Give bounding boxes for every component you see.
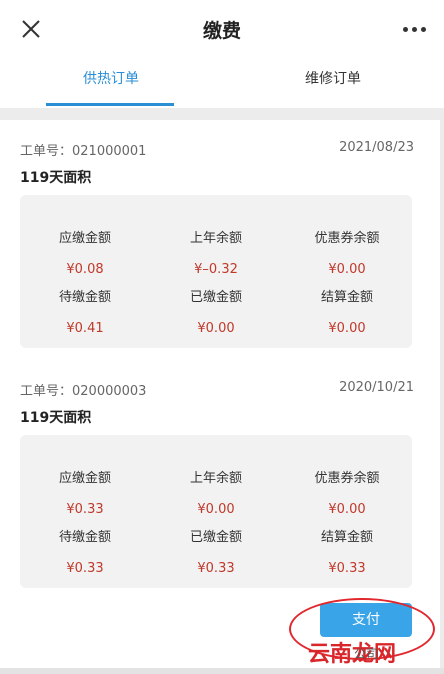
top-bar: 缴费 <box>0 0 444 58</box>
bottom-strip <box>0 668 444 674</box>
tab-repair-orders[interactable]: 维修订单 <box>222 68 444 88</box>
field-label: 待缴金额 <box>58 530 111 545</box>
field-pending-amount: 待缴金额 ¥0.33 <box>20 526 150 576</box>
field-value: ¥0.33 <box>66 561 104 576</box>
field-amount-due: 应缴金额 ¥0.33 <box>20 467 150 517</box>
field-pending-amount: 待缴金额 ¥0.41 <box>20 286 150 336</box>
field-label: 优惠券余额 <box>314 471 380 486</box>
order-name: 119天面积 <box>20 410 92 426</box>
field-value: ¥0.33 <box>328 561 366 576</box>
section-divider <box>0 108 444 120</box>
field-amount-due: 应缴金额 ¥0.08 <box>20 227 150 277</box>
watermark-logo: 云南龙网 <box>308 642 397 667</box>
field-label: 已缴金额 <box>189 530 242 545</box>
order-tabs: 供热订单 维修订单 <box>0 58 444 108</box>
field-settlement-amount: 结算金额 ¥0.33 <box>282 526 412 576</box>
field-paid-amount: 已缴金额 ¥0.33 <box>151 526 281 576</box>
field-coupon-balance: 优惠券余额 ¥0.00 <box>282 227 412 277</box>
field-label: 上年余额 <box>189 231 242 246</box>
order-date: 2020/10/21 <box>339 380 414 395</box>
scroll-edge <box>440 120 444 674</box>
field-label: 待缴金额 <box>58 290 111 305</box>
field-value: ¥0.00 <box>328 502 366 517</box>
field-label: 应缴金额 <box>58 231 111 246</box>
order-number: 工单号：021000001 <box>20 144 147 159</box>
field-label: 优惠券余额 <box>314 231 380 246</box>
amount-panel: 应缴金额 ¥0.33 上年余额 ¥0.00 优惠券余额 ¥0.00 待缴金额 ¥… <box>20 435 412 588</box>
field-settlement-amount: 结算金额 ¥0.00 <box>282 286 412 336</box>
field-label: 上年余额 <box>189 471 242 486</box>
field-label: 结算金额 <box>320 290 373 305</box>
tab-heating-orders[interactable]: 供热订单 <box>0 68 222 88</box>
field-label: 应缴金额 <box>58 471 111 486</box>
field-value: ¥0.33 <box>66 502 104 517</box>
amount-panel: 应缴金额 ¥0.08 上年余额 ¥–0.32 优惠券余额 ¥0.00 待缴金额 … <box>20 195 412 348</box>
more-dot <box>412 27 417 32</box>
field-label: 已缴金额 <box>189 290 242 305</box>
order-date: 2021/08/23 <box>339 140 414 155</box>
order-number: 工单号：020000003 <box>20 384 147 399</box>
field-value: ¥0.33 <box>197 561 235 576</box>
field-value: ¥–0.32 <box>194 262 238 277</box>
active-tab-indicator <box>46 103 174 106</box>
field-coupon-balance: 优惠券余额 ¥0.00 <box>282 467 412 517</box>
order-name: 119天面积 <box>20 170 92 186</box>
field-value: ¥0.00 <box>328 262 366 277</box>
field-value: ¥0.00 <box>197 502 235 517</box>
field-last-year-balance: 上年余额 ¥0.00 <box>151 467 281 517</box>
field-paid-amount: 已缴金额 ¥0.00 <box>151 286 281 336</box>
page-title: 缴费 <box>202 20 241 42</box>
field-value: ¥0.41 <box>66 321 104 336</box>
field-value: ¥0.00 <box>197 321 235 336</box>
field-label: 结算金额 <box>320 530 373 545</box>
watermark-text: 公司 <box>354 647 379 661</box>
more-icon[interactable] <box>403 27 426 32</box>
more-dot <box>421 27 426 32</box>
field-value: ¥0.08 <box>66 262 104 277</box>
more-dot <box>403 27 408 32</box>
field-last-year-balance: 上年余额 ¥–0.32 <box>151 227 281 277</box>
field-value: ¥0.00 <box>328 321 366 336</box>
